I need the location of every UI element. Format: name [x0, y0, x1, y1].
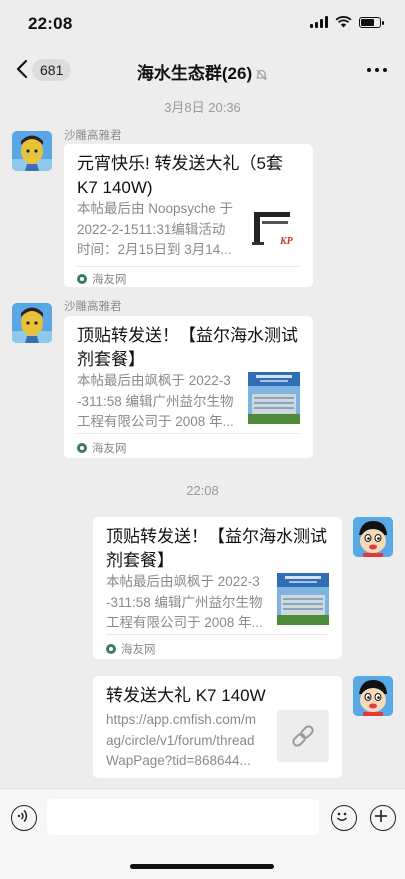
message-input[interactable]	[47, 799, 319, 835]
emoji-icon	[337, 812, 348, 822]
avatar[interactable]	[12, 131, 52, 171]
card-description: 本帖最后由飒枫于 2022-3 -311:58 编辑广州益尔生物 工程有限公司于…	[77, 373, 234, 429]
status-icons	[310, 16, 384, 28]
mute-bell-icon	[255, 69, 268, 81]
my-avatar[interactable]	[353, 676, 393, 716]
wifi-icon	[335, 16, 352, 28]
source-name: 海友网	[92, 443, 127, 455]
card-thumbnail	[248, 372, 300, 424]
status-time: 22:08	[28, 14, 73, 33]
card-source: 海友网	[77, 440, 127, 456]
sender-name: 沙雕高雅君	[64, 130, 122, 142]
chat-title: 海水生态群(26)	[136, 64, 253, 83]
battery-icon	[359, 16, 384, 28]
source-logo-icon	[106, 644, 116, 654]
link-icon	[292, 725, 314, 747]
my-avatar[interactable]	[353, 517, 393, 557]
card-description: 本帖最后由 Noopsyche 于 2022-2-1511:31编辑活动 时间：…	[77, 201, 234, 257]
link-card[interactable]: 顶贴转发送！【益尔海水测试剂套餐】 本帖最后由飒枫于 2022-3 -311:5…	[93, 517, 342, 659]
card-divider	[77, 433, 300, 434]
cellular-signal-icon	[310, 16, 328, 28]
card-url: https://app.cmfish.com/m ag/circle/v1/fo…	[106, 712, 257, 768]
message-timestamp: 3月8日 20:36	[164, 100, 241, 115]
link-card[interactable]: 转发送大礼 K7 140W https://app.cmfish.com/m a…	[93, 676, 342, 778]
status-bar: 22:08	[0, 0, 405, 48]
card-source: 海友网	[106, 641, 156, 657]
chat-header: 681 海水生态群(26)	[0, 48, 405, 92]
sender-name: 沙雕高雅君	[64, 301, 122, 313]
card-divider	[106, 634, 329, 635]
voice-button[interactable]	[11, 805, 37, 831]
plus-button[interactable]	[370, 805, 396, 831]
plus-icon	[375, 810, 388, 823]
card-source: 海友网	[77, 271, 127, 287]
card-thumbnail	[277, 573, 329, 625]
source-logo-icon	[77, 443, 87, 453]
link-card[interactable]: 元宵快乐! 转发送大礼（5套K7 140W) 本帖最后由 Noopsyche 于…	[64, 144, 313, 287]
card-divider	[77, 266, 300, 267]
link-card[interactable]: 顶贴转发送！【益尔海水测试剂套餐】 本帖最后由飒枫于 2022-3 -311:5…	[64, 316, 313, 458]
card-title: 元宵快乐! 转发送大礼（5套K7 140W)	[77, 154, 283, 197]
svg-text:KP: KP	[279, 236, 294, 247]
card-title: 转发送大礼 K7 140W	[106, 686, 266, 705]
card-thumbnail: KP	[248, 204, 300, 256]
card-description: 本帖最后由飒枫于 2022-3 -311:58 编辑广州益尔生物 工程有限公司于…	[106, 574, 263, 630]
card-title: 顶贴转发送！【益尔海水测试剂套餐】	[106, 527, 327, 570]
chat-title-row: 海水生态群(26)	[0, 59, 405, 84]
more-options-button[interactable]	[367, 68, 387, 72]
source-name: 海友网	[121, 644, 156, 656]
avatar[interactable]	[12, 303, 52, 343]
source-name: 海友网	[92, 274, 127, 286]
voice-icon	[18, 810, 28, 823]
card-title: 顶贴转发送！【益尔海水测试剂套餐】	[77, 326, 298, 369]
home-indicator[interactable]	[130, 864, 274, 869]
source-logo-icon	[77, 274, 87, 284]
emoji-button[interactable]	[331, 805, 357, 831]
message-timestamp: 22:08	[186, 483, 219, 498]
link-thumbnail	[277, 710, 329, 762]
